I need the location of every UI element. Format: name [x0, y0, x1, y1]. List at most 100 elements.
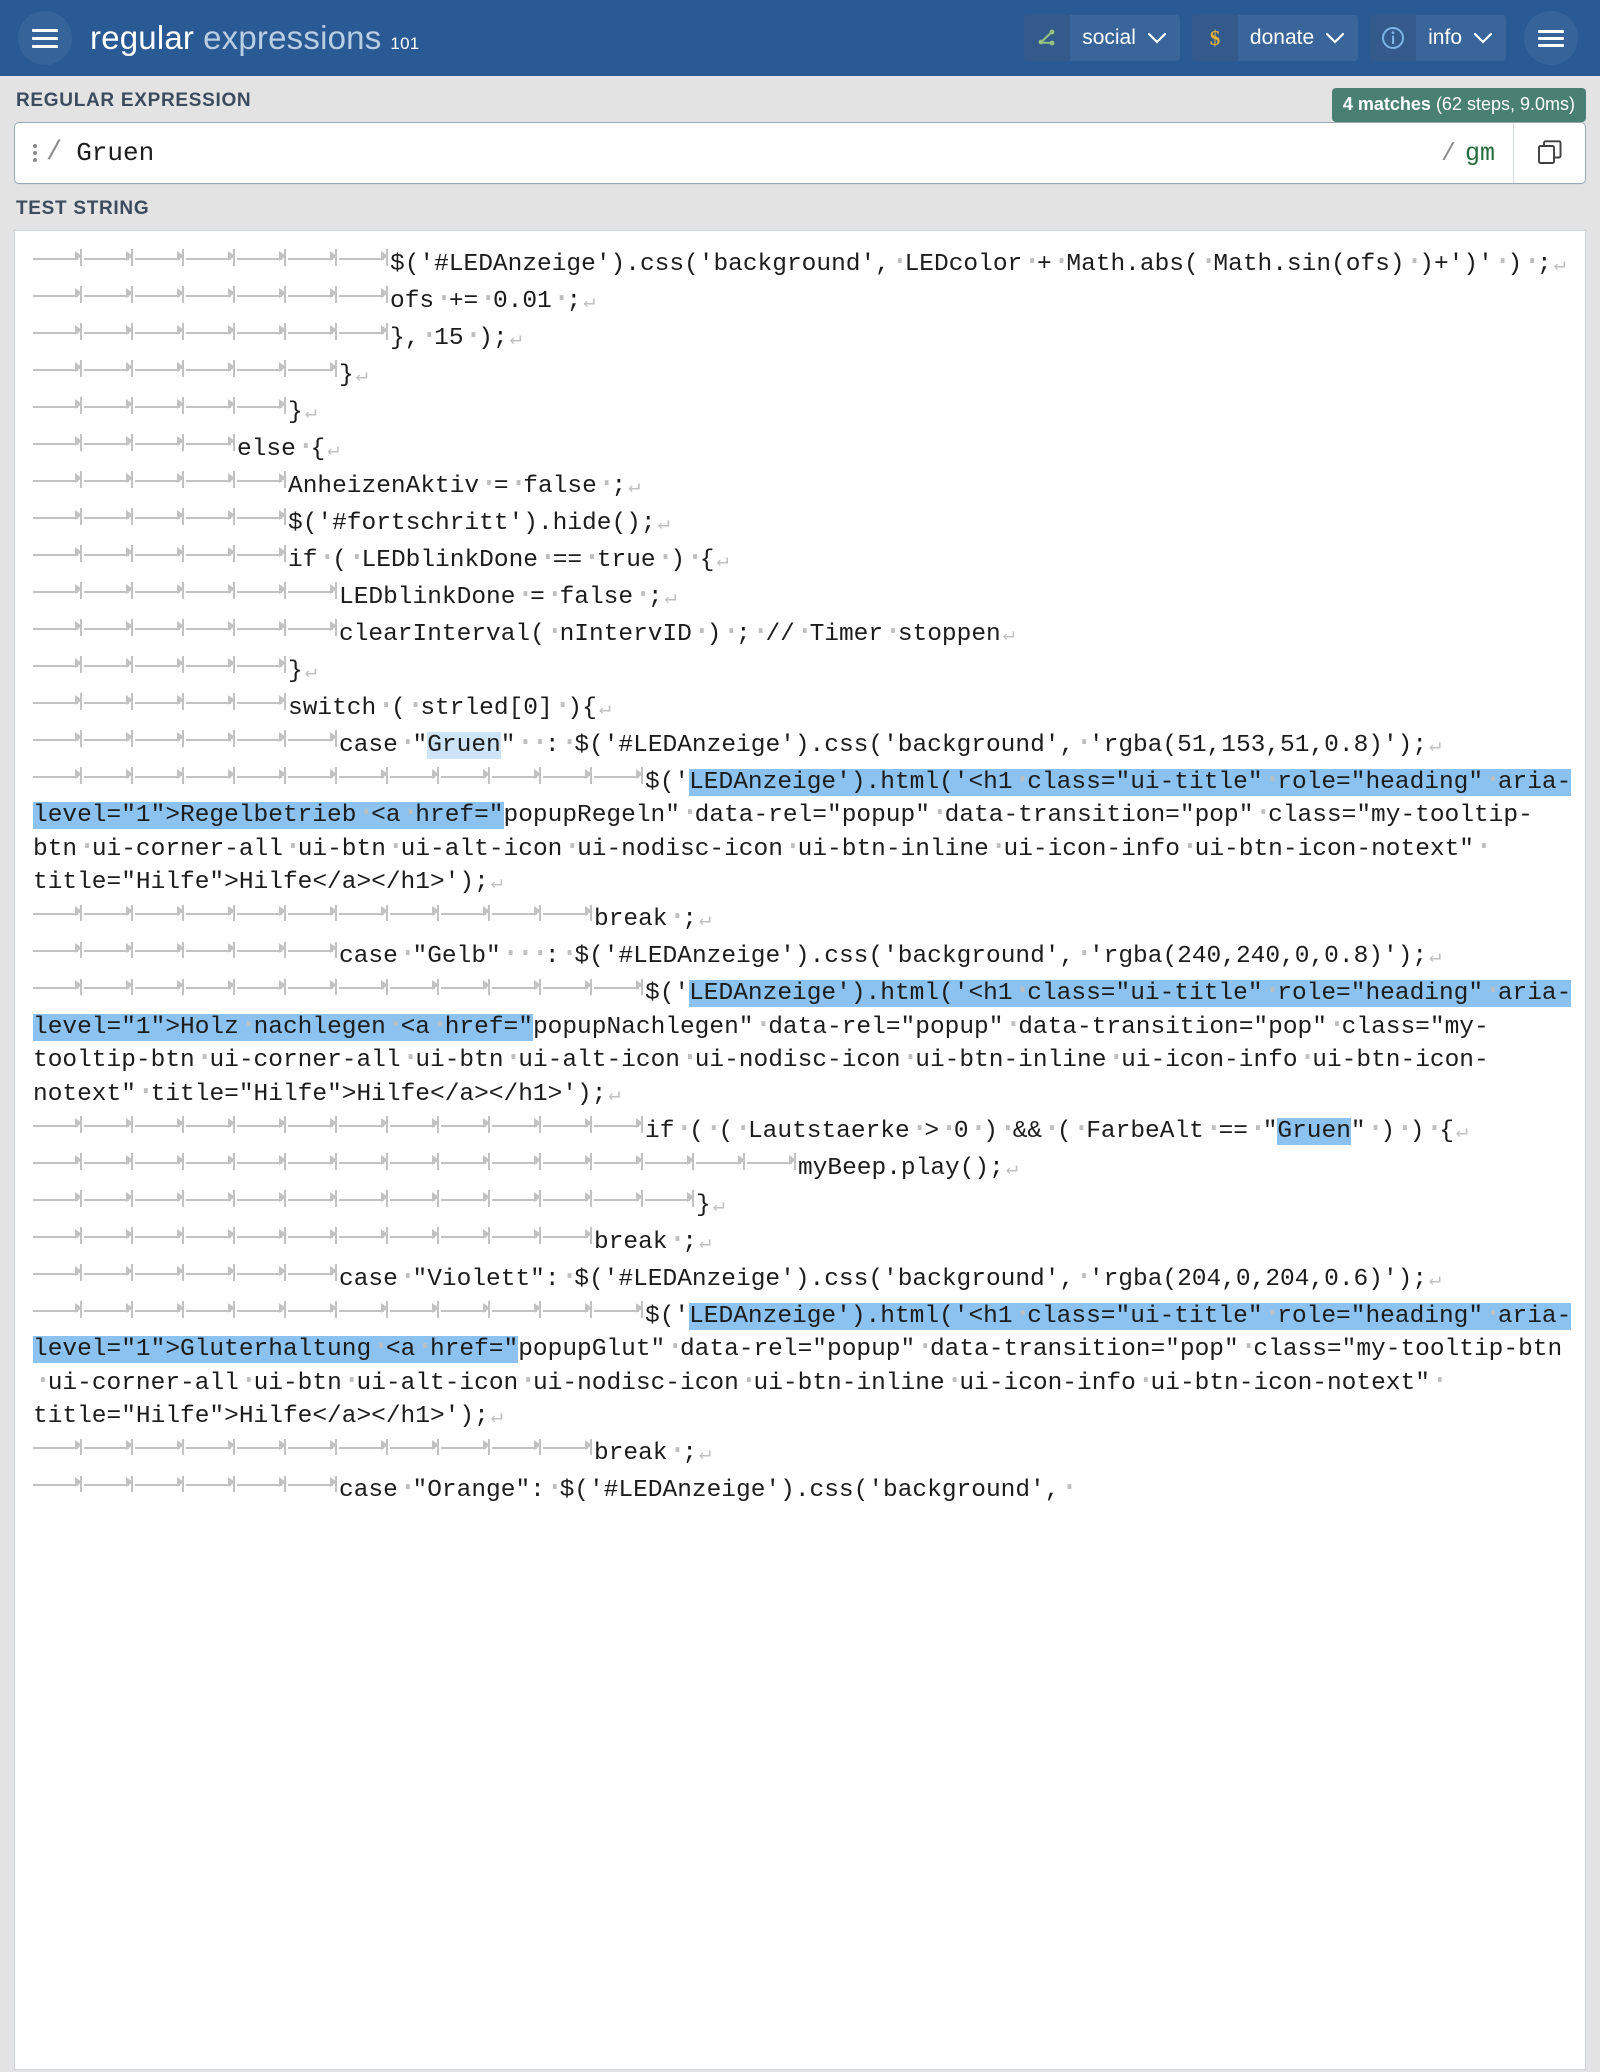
newline-glyph: ↵ — [509, 327, 522, 351]
tab-glyph — [492, 1297, 543, 1322]
tab-glyph — [186, 1223, 237, 1248]
social-menu-button[interactable]: social — [1024, 15, 1180, 61]
regex-flags-value[interactable]: gm — [1465, 139, 1495, 168]
tab-glyph — [186, 1186, 237, 1211]
tab-glyph — [84, 393, 135, 418]
space-dot — [296, 433, 311, 467]
tab-glyph — [33, 1112, 84, 1137]
space-dot — [597, 470, 612, 504]
regex-input-container[interactable]: / Gruen / gm — [14, 122, 1586, 184]
tab-glyph — [237, 393, 288, 418]
regex-input-area[interactable]: / Gruen — [15, 123, 1431, 183]
space-dot — [668, 1226, 683, 1260]
space-dot — [1204, 1115, 1219, 1149]
tab-glyph — [237, 975, 288, 1000]
tab-glyph — [135, 1112, 186, 1137]
site-logo[interactable]: regular expressions 101 — [90, 19, 419, 57]
code-line: ofs+=0.01;↵ — [33, 286, 595, 315]
tab-glyph — [33, 1149, 84, 1174]
tab-glyph — [135, 356, 186, 381]
tab-glyph — [594, 975, 645, 1000]
space-dot — [633, 581, 648, 615]
code-line: clearInterval(nIntervID);//Timerstoppen↵ — [33, 619, 1015, 648]
tab-glyph — [237, 1149, 288, 1174]
space-dot — [685, 544, 700, 578]
space-dot — [883, 618, 898, 652]
hamburger-icon[interactable] — [18, 11, 72, 65]
code-line: myBeep.play();↵ — [33, 1153, 1018, 1182]
tab-glyph — [339, 1223, 390, 1248]
tab-glyph — [339, 901, 390, 926]
info-menu-button[interactable]: info — [1370, 15, 1506, 61]
tab-glyph — [84, 1149, 135, 1174]
tab-glyph — [33, 245, 84, 270]
tab-glyph — [288, 1435, 339, 1460]
tab-glyph — [186, 430, 237, 455]
space-dot — [515, 581, 530, 615]
space-dot — [674, 1115, 689, 1149]
tab-glyph — [237, 245, 288, 270]
chevron-down-icon — [1326, 32, 1358, 44]
tab-glyph — [135, 1186, 186, 1211]
space-dot — [1474, 833, 1489, 867]
tab-glyph — [135, 430, 186, 455]
code-line: }↵ — [33, 656, 317, 685]
tab-glyph — [33, 578, 84, 603]
test-string-content[interactable]: $('#LEDAnzeige').css('background',LEDcol… — [33, 245, 1573, 1508]
space-dot — [317, 544, 332, 578]
hamburger-glyph — [32, 24, 58, 53]
space-dot — [1493, 248, 1508, 282]
space-dot — [545, 581, 560, 615]
match-count-badge[interactable]: 4 matches (62 steps, 9.0ms) — [1331, 88, 1586, 122]
space-dot — [680, 799, 695, 833]
space-dot — [969, 1115, 984, 1149]
tab-glyph — [696, 1149, 747, 1174]
tab-glyph — [135, 938, 186, 963]
code-line: break;↵ — [33, 1438, 711, 1467]
tab-glyph — [135, 245, 186, 270]
regex-match-selected[interactable]: Gruen — [1277, 1117, 1351, 1145]
tab-glyph — [84, 689, 135, 714]
tab-glyph — [135, 393, 186, 418]
space-dot — [1248, 1115, 1263, 1149]
tab-glyph — [492, 1435, 543, 1460]
tab-glyph — [135, 975, 186, 1000]
copy-icon[interactable] — [1513, 123, 1585, 183]
space-dot — [504, 1044, 519, 1078]
regex-section-title: REGULAR EXPRESSION — [16, 90, 252, 111]
main-menu-icon[interactable] — [1524, 11, 1578, 65]
tab-glyph — [135, 578, 186, 603]
test-string-section-title: TEST STRING — [16, 198, 150, 219]
regex-pattern-input[interactable]: Gruen — [76, 138, 154, 168]
space-dot — [530, 940, 545, 974]
tab-glyph — [237, 1112, 288, 1137]
tab-glyph — [237, 541, 288, 566]
top-navbar: regular expressions 101 social $ donate … — [0, 0, 1600, 76]
tab-glyph — [84, 356, 135, 381]
kebab-menu-icon[interactable] — [31, 144, 44, 162]
space-dot — [560, 940, 575, 974]
newline-glyph: ↵ — [1429, 946, 1442, 969]
tab-glyph — [33, 615, 84, 640]
tab-glyph — [33, 467, 84, 492]
space-dot — [1483, 766, 1498, 800]
code-line: switch(strled[0]){↵ — [33, 693, 611, 722]
space-dot — [464, 322, 479, 356]
donate-menu-button[interactable]: $ donate — [1191, 15, 1359, 61]
regex-flags[interactable]: / gm — [1431, 123, 1513, 183]
tab-glyph — [33, 975, 84, 1000]
space-dot — [501, 940, 516, 974]
tab-glyph — [33, 1435, 84, 1460]
test-string-panel[interactable]: $('#LEDAnzeige').css('background',LEDcol… — [14, 230, 1586, 2070]
space-dot — [398, 729, 413, 763]
tab-glyph — [441, 1112, 492, 1137]
space-dot — [1263, 1300, 1278, 1334]
tab-glyph — [441, 1186, 492, 1211]
code-line: if(LEDblinkDone==true){↵ — [33, 545, 729, 574]
tab-glyph — [288, 1472, 339, 1497]
space-dot — [386, 1011, 401, 1045]
newline-glyph: ↵ — [598, 697, 611, 721]
tab-glyph — [288, 1297, 339, 1322]
tab-glyph — [84, 901, 135, 926]
regex-match[interactable]: Gruen — [427, 731, 501, 759]
